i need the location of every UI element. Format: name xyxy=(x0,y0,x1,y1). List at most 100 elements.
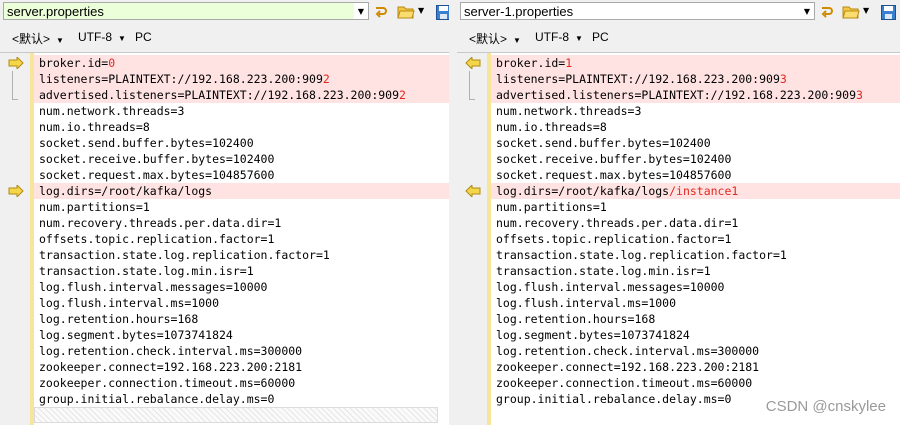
code-line[interactable]: transaction.state.log.replication.factor… xyxy=(34,247,449,263)
code-line[interactable]: log.retention.hours=168 xyxy=(34,311,449,327)
open-menu-caret-icon[interactable]: ▼ xyxy=(863,6,869,15)
line-text: zookeeper.connection.timeout.ms=60000 xyxy=(39,376,296,390)
code-line[interactable]: log.segment.bytes=1073741824 xyxy=(491,327,900,343)
line-text: num.io.threads=8 xyxy=(39,120,150,134)
left-charset[interactable]: UTF-8 ▼ xyxy=(78,30,126,44)
right-encoding-default[interactable]: <默认> ▼ xyxy=(469,30,521,47)
line-text: socket.request.max.bytes=104857600 xyxy=(496,168,732,182)
code-line[interactable]: num.recovery.threads.per.data.dir=1 xyxy=(491,215,900,231)
line-text: num.partitions=1 xyxy=(39,200,150,214)
line-text: num.network.threads=3 xyxy=(496,104,642,118)
code-line[interactable]: broker.id=1 xyxy=(491,55,900,71)
line-text: log.retention.hours=168 xyxy=(39,312,199,326)
code-line[interactable]: log.flush.interval.messages=10000 xyxy=(491,279,900,295)
line-text: log.segment.bytes=1073741824 xyxy=(39,328,233,342)
code-line[interactable]: num.io.threads=8 xyxy=(491,119,900,135)
code-line[interactable]: num.network.threads=3 xyxy=(491,103,900,119)
code-line[interactable]: num.io.threads=8 xyxy=(34,119,449,135)
reload-icon[interactable] xyxy=(818,3,836,21)
line-text: num.network.threads=3 xyxy=(39,104,185,118)
arrow-right-icon[interactable] xyxy=(8,57,24,69)
left-horizontal-scrollbar[interactable] xyxy=(34,407,438,423)
line-text: transaction.state.log.replication.factor… xyxy=(496,248,787,262)
line-text: num.io.threads=8 xyxy=(496,120,607,134)
open-menu-caret-icon[interactable]: ▼ xyxy=(418,6,424,15)
right-file-select[interactable]: server-1.properties ▼ xyxy=(460,2,815,20)
right-line-endings[interactable]: PC xyxy=(592,30,609,44)
right-charset[interactable]: UTF-8 ▼ xyxy=(535,30,583,44)
right-editor[interactable]: broker.id=1 listeners=PLAINTEXT://192.168… xyxy=(457,52,900,425)
chevron-down-icon[interactable]: ▼ xyxy=(800,3,814,19)
code-line[interactable]: socket.send.buffer.bytes=102400 xyxy=(34,135,449,151)
chevron-down-icon: ▼ xyxy=(575,34,583,43)
code-line[interactable]: num.partitions=1 xyxy=(491,199,900,215)
line-text: socket.request.max.bytes=104857600 xyxy=(39,168,275,182)
code-line[interactable]: offsets.topic.replication.factor=1 xyxy=(34,231,449,247)
chevron-down-icon[interactable]: ▼ xyxy=(354,3,368,19)
pane-splitter[interactable] xyxy=(449,0,457,424)
code-line[interactable]: listeners=PLAINTEXT://192.168.223.200:90… xyxy=(491,71,900,87)
code-line[interactable]: log.flush.interval.ms=1000 xyxy=(491,295,900,311)
left-encoding-default[interactable]: <默认> ▼ xyxy=(12,30,64,47)
code-line[interactable]: log.flush.interval.messages=10000 xyxy=(34,279,449,295)
arrow-right-icon[interactable] xyxy=(8,185,24,197)
code-line[interactable]: num.partitions=1 xyxy=(34,199,449,215)
code-line[interactable]: zookeeper.connect=192.168.223.200:2181 xyxy=(491,359,900,375)
left-pane: server.properties ▼ ▼ <默认> ▼ UTF-8 ▼ PC br… xyxy=(0,0,451,425)
folder-open-icon[interactable] xyxy=(397,3,415,21)
code-line[interactable]: broker.id=0 xyxy=(34,55,449,71)
code-line[interactable]: socket.send.buffer.bytes=102400 xyxy=(491,135,900,151)
code-line[interactable]: log.retention.check.interval.ms=300000 xyxy=(34,343,449,359)
code-line[interactable]: socket.receive.buffer.bytes=102400 xyxy=(491,151,900,167)
code-line[interactable]: zookeeper.connect=192.168.223.200:2181 xyxy=(34,359,449,375)
line-text: log.flush.interval.ms=1000 xyxy=(496,296,677,310)
code-line[interactable]: num.recovery.threads.per.data.dir=1 xyxy=(34,215,449,231)
folder-open-icon[interactable] xyxy=(842,3,860,21)
line-text: group.initial.rebalance.delay.ms=0 xyxy=(496,392,732,406)
diff-text: 2 xyxy=(399,88,406,102)
code-line[interactable]: log.flush.interval.ms=1000 xyxy=(34,295,449,311)
arrow-left-icon[interactable] xyxy=(465,57,481,69)
left-line-endings[interactable]: PC xyxy=(135,30,152,44)
code-line[interactable]: log.retention.hours=168 xyxy=(491,311,900,327)
line-text: socket.send.buffer.bytes=102400 xyxy=(496,136,711,150)
code-line[interactable]: socket.request.max.bytes=104857600 xyxy=(34,167,449,183)
arrow-left-icon[interactable] xyxy=(465,185,481,197)
code-line[interactable]: socket.request.max.bytes=104857600 xyxy=(491,167,900,183)
code-line[interactable]: log.dirs=/root/kafka/logs/instance1 xyxy=(491,183,900,199)
code-line[interactable]: listeners=PLAINTEXT://192.168.223.200:90… xyxy=(34,71,449,87)
right-file-name: server-1.properties xyxy=(464,4,574,19)
code-line[interactable]: socket.receive.buffer.bytes=102400 xyxy=(34,151,449,167)
line-text: listeners=PLAINTEXT://192.168.223.200:90… xyxy=(496,72,780,86)
code-line[interactable]: log.retention.check.interval.ms=300000 xyxy=(491,343,900,359)
code-line[interactable]: offsets.topic.replication.factor=1 xyxy=(491,231,900,247)
code-line[interactable]: log.segment.bytes=1073741824 xyxy=(34,327,449,343)
line-text: socket.receive.buffer.bytes=102400 xyxy=(39,152,275,166)
code-line[interactable]: transaction.state.log.min.isr=1 xyxy=(491,263,900,279)
code-line[interactable]: num.network.threads=3 xyxy=(34,103,449,119)
code-line[interactable]: transaction.state.log.min.isr=1 xyxy=(34,263,449,279)
watermark: CSDN @cnskylee xyxy=(765,398,886,415)
reload-icon[interactable] xyxy=(372,3,390,21)
line-text: log.segment.bytes=1073741824 xyxy=(496,328,690,342)
code-line[interactable]: advertised.listeners=PLAINTEXT://192.168… xyxy=(34,87,449,103)
code-line[interactable]: log.dirs=/root/kafka/logs xyxy=(34,183,449,199)
left-editor[interactable]: broker.id=0 listeners=PLAINTEXT://192.168… xyxy=(0,52,449,425)
diff-block-bracket xyxy=(12,71,18,100)
line-text: advertised.listeners=PLAINTEXT://192.168… xyxy=(39,88,400,102)
code-line[interactable]: transaction.state.log.replication.factor… xyxy=(491,247,900,263)
line-text: listeners=PLAINTEXT://192.168.223.200:90… xyxy=(39,72,323,86)
left-gutter xyxy=(0,53,30,425)
left-status-bar: <默认> ▼ UTF-8 ▼ PC xyxy=(0,28,449,48)
line-text: log.retention.check.interval.ms=300000 xyxy=(39,344,303,358)
left-file-select[interactable]: server.properties ▼ xyxy=(3,2,369,20)
line-text: advertised.listeners=PLAINTEXT://192.168… xyxy=(496,88,857,102)
code-line[interactable]: zookeeper.connection.timeout.ms=60000 xyxy=(491,375,900,391)
left-code-area[interactable]: broker.id=0 listeners=PLAINTEXT://192.168… xyxy=(34,55,449,407)
save-icon[interactable] xyxy=(879,3,897,21)
code-line[interactable]: advertised.listeners=PLAINTEXT://192.168… xyxy=(491,87,900,103)
code-line[interactable]: zookeeper.connection.timeout.ms=60000 xyxy=(34,375,449,391)
code-line[interactable]: group.initial.rebalance.delay.ms=0 xyxy=(34,391,449,407)
right-code-area[interactable]: broker.id=1 listeners=PLAINTEXT://192.168… xyxy=(491,55,900,407)
right-status-bar: <默认> ▼ UTF-8 ▼ PC xyxy=(457,28,900,48)
